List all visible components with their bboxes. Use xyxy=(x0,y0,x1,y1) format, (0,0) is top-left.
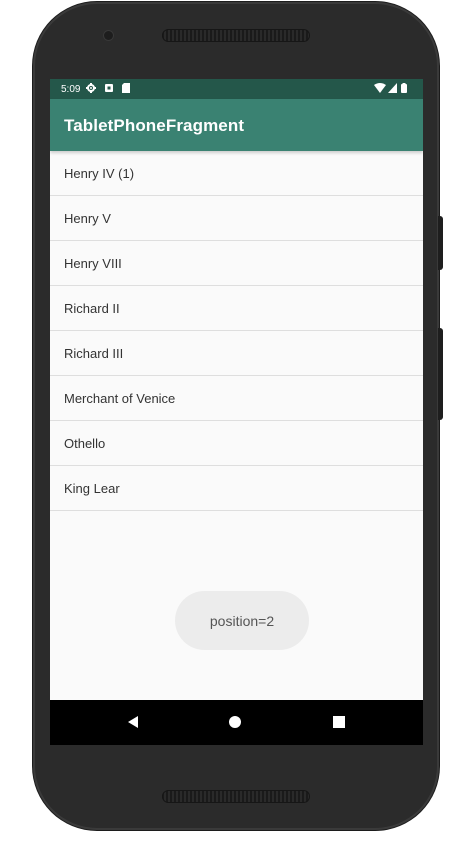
list-item-label: King Lear xyxy=(64,481,120,496)
front-camera xyxy=(104,31,113,40)
toast-message: position=2 xyxy=(175,591,309,650)
play-list: Henry IV (1) Henry V Henry VIII Richard … xyxy=(50,151,423,511)
list-item[interactable]: Henry V xyxy=(50,196,423,241)
top-speaker xyxy=(162,29,310,42)
list-item[interactable]: Richard II xyxy=(50,286,423,331)
notification-icon xyxy=(104,83,114,96)
app-title: TabletPhoneFragment xyxy=(64,116,245,135)
recents-icon[interactable] xyxy=(329,712,349,732)
list-item[interactable]: Henry VIII xyxy=(50,241,423,286)
volume-button xyxy=(438,216,443,270)
status-right-icons xyxy=(374,83,407,96)
settings-icon xyxy=(86,82,97,96)
list-item-label: Richard II xyxy=(64,301,120,316)
list-item-label: Richard III xyxy=(64,346,124,361)
status-time: 5:09 xyxy=(61,83,81,95)
list-item-label: Merchant of Venice xyxy=(64,391,176,406)
list-item-label: Henry IV (1) xyxy=(64,166,135,181)
list-item[interactable]: King Lear xyxy=(50,466,423,511)
bottom-speaker xyxy=(162,790,310,803)
power-button xyxy=(438,328,443,420)
list-item[interactable]: Richard III xyxy=(50,331,423,376)
home-icon[interactable] xyxy=(225,712,245,732)
device-screen: 5:09 TabletPhoneFragment Henry IV (1) He… xyxy=(50,79,423,745)
list-item[interactable]: Merchant of Venice xyxy=(50,376,423,421)
signal-icon xyxy=(388,83,397,96)
list-item[interactable]: Othello xyxy=(50,421,423,466)
list-item-label: Othello xyxy=(64,436,106,451)
wifi-icon xyxy=(374,83,386,96)
status-bar: 5:09 xyxy=(50,79,423,99)
navigation-bar xyxy=(50,700,423,745)
battery-icon xyxy=(401,83,407,96)
list-item[interactable]: Henry IV (1) xyxy=(50,151,423,196)
back-icon[interactable] xyxy=(123,712,143,732)
sd-card-icon xyxy=(122,82,131,96)
list-item-label: Henry V xyxy=(64,211,111,226)
app-bar: TabletPhoneFragment xyxy=(50,99,423,151)
list-item-label: Henry VIII xyxy=(64,256,122,271)
